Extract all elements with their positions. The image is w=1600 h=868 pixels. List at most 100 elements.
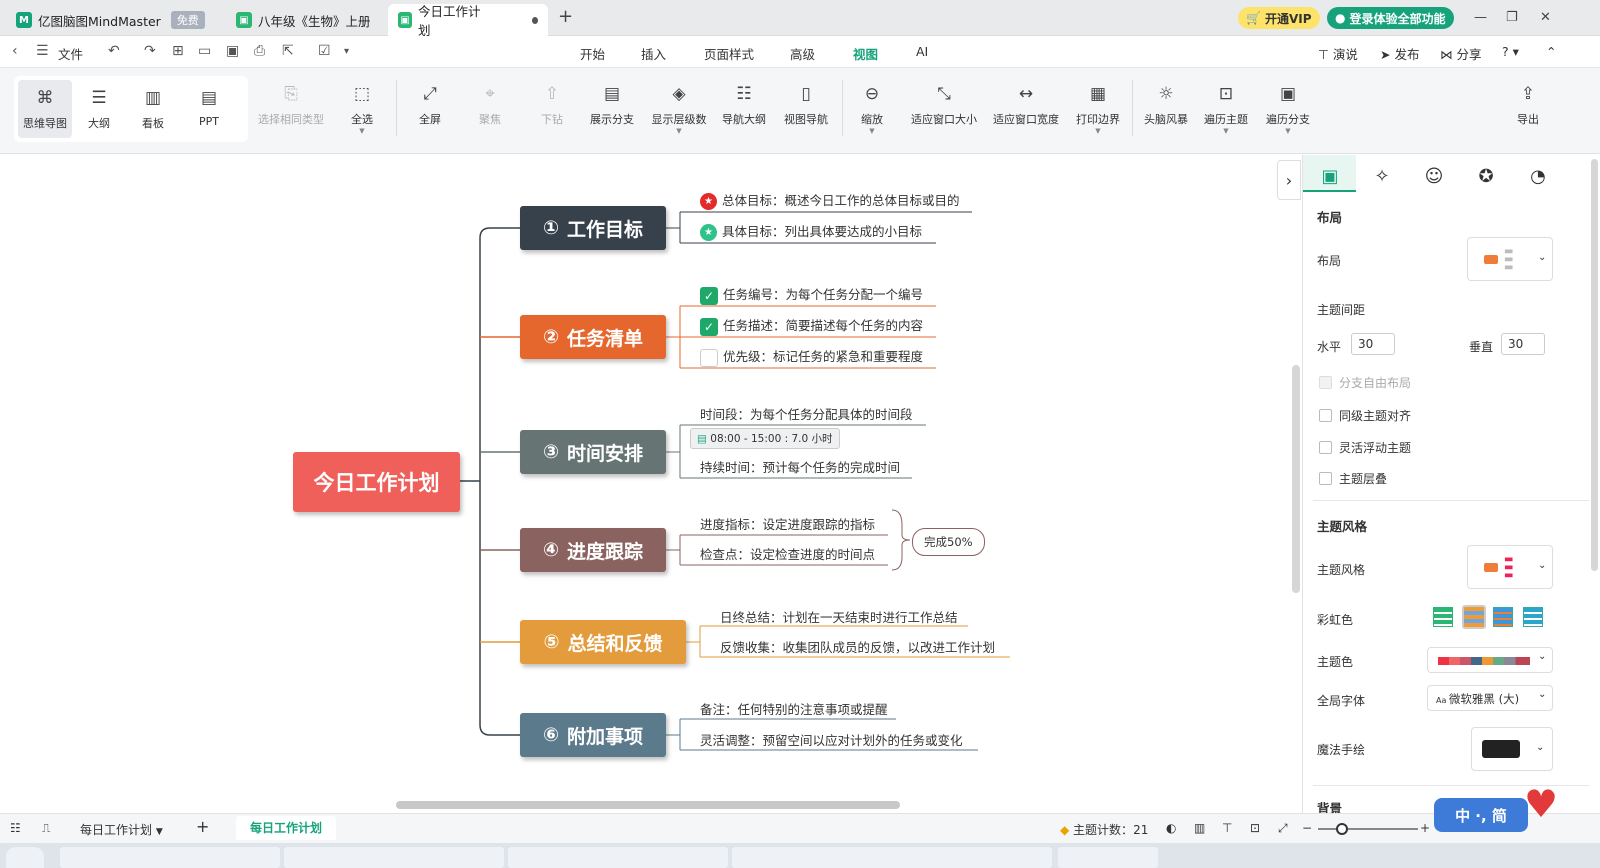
fit-window-button[interactable]: ⤡ 适应窗口大小 — [908, 82, 980, 127]
ai-sparkle-tab-icon[interactable]: ✧ — [1369, 163, 1395, 189]
subtopic[interactable]: 日终总结：计划在一天结束时进行工作总结 — [720, 607, 958, 626]
pages-icon[interactable]: ⎍ — [42, 821, 50, 836]
new-file-icon[interactable]: ⊞ — [172, 43, 184, 59]
taskbar-app[interactable] — [284, 847, 504, 868]
nav-outline-button[interactable]: ☷ 导航大纲 — [718, 82, 770, 127]
tab-app-home[interactable]: M 亿图脑图MindMaster 免费 — [6, 4, 215, 36]
mindmap-view-button[interactable]: ⌘ 思维导图 — [18, 80, 72, 138]
branch-topic-schedule[interactable]: ③ 时间安排 — [520, 430, 666, 474]
mindmap-canvas[interactable]: 今日工作计划 ① 工作目标 ② 任务清单 ③ 时间安排 ④ 进度跟踪 ⑤ 总结和反馈 ⑥附… — [0, 155, 1302, 823]
rainbow-option-2[interactable] — [1462, 605, 1486, 629]
traverse-branch-button[interactable]: ▣ 遍历分支 ▼ — [1262, 82, 1314, 135]
subtopic[interactable]: 灵活调整：预留空间以应对计划外的任务或变化 — [700, 730, 963, 749]
menu-view[interactable]: 视图 — [850, 44, 881, 70]
root-topic[interactable]: 今日工作计划 — [293, 452, 460, 512]
subtopic[interactable]: 进度指标：设定进度跟踪的指标 — [700, 514, 875, 533]
present-button[interactable]: ⊤ 演说 — [1318, 44, 1358, 63]
subtopic[interactable]: 反馈收集：收集团队成员的反馈，以改进工作计划 — [720, 637, 995, 656]
branch-topic-progress[interactable]: ④ 进度跟踪 — [520, 528, 666, 572]
topic-overlap-checkbox[interactable] — [1319, 472, 1332, 485]
select-same-type-button[interactable]: ⎘ 选择相同类型 — [256, 82, 326, 127]
theme-color-selector[interactable]: ⌄ — [1427, 647, 1553, 673]
summary-tag[interactable]: 完成50% — [912, 528, 985, 556]
unsaved-dot-icon[interactable] — [531, 16, 538, 24]
subtopic[interactable]: ✓ 任务描述：简要描述每个任务的内容 — [700, 315, 923, 336]
rainbow-option-4[interactable] — [1523, 607, 1543, 627]
theme-icon[interactable]: ◐ — [1166, 821, 1176, 835]
sheet-tab-active[interactable]: 每日工作计划 — [236, 816, 337, 840]
subtopic[interactable]: 优先级：标记任务的紧急和重要程度 — [700, 346, 923, 367]
new-tab-plus-icon[interactable]: + — [558, 6, 573, 27]
zoom-button[interactable]: ⊖ 缩放 ▼ — [852, 82, 892, 135]
time-range-tag[interactable]: ▤ 08:00 - 15:00 : 7.0 小时 — [690, 428, 840, 449]
restore-icon[interactable]: ❐ — [1506, 10, 1518, 25]
add-sheet-plus-icon[interactable]: + — [196, 817, 209, 836]
layout-tab-icon[interactable]: ▣ — [1317, 163, 1343, 189]
zoom-out-icon[interactable]: − — [1302, 821, 1312, 835]
subtopic[interactable]: 备注：任何特别的注意事项或提醒 — [700, 699, 888, 718]
menu-page-style[interactable]: 页面样式 — [704, 44, 754, 63]
start-button[interactable] — [6, 847, 44, 868]
print-icon[interactable]: ⎙ — [254, 43, 265, 59]
taskbar-app[interactable] — [508, 847, 728, 868]
sheet-selector[interactable]: 每日工作计划 ▼ — [80, 821, 163, 838]
menu-ai[interactable]: AI — [916, 44, 928, 59]
magic-sketch-selector[interactable]: ⌄ — [1471, 727, 1553, 771]
sticker-tab-icon[interactable]: ☺ — [1421, 163, 1447, 189]
zoom-in-icon[interactable]: + — [1420, 821, 1430, 835]
show-branch-button[interactable]: ▤ 展示分支 — [586, 82, 638, 127]
checkbox-checked-icon[interactable]: ✓ — [700, 317, 718, 336]
more-dropdown-icon[interactable]: ▾ — [344, 46, 349, 57]
theme-style-selector[interactable]: ▬ ▬ ▬ ⌄ — [1467, 545, 1553, 589]
file-menu[interactable]: 文件 — [58, 44, 83, 63]
show-levels-button[interactable]: ◈ 显示层级数 ▼ — [648, 82, 710, 135]
taskbar-app[interactable] — [1058, 847, 1158, 868]
outline-toggle-icon[interactable]: ☷ — [10, 821, 21, 835]
zoom-slider-track[interactable] — [1318, 828, 1418, 830]
vip-button[interactable]: 🛒 开通VIP — [1238, 7, 1320, 29]
panel-scrollbar[interactable] — [1591, 159, 1598, 571]
fullscreen-button[interactable]: ⤢ 全屏 — [410, 82, 450, 127]
tab-biology[interactable]: ▣ 八年级《生物》上册 — [226, 4, 412, 36]
subtopic[interactable]: 时间段：为每个任务分配具体的时间段 — [700, 404, 913, 423]
horizontal-scrollbar[interactable] — [396, 801, 900, 809]
subtopic[interactable]: ★ 总体目标：概述今日工作的总体目标或目的 — [700, 190, 960, 210]
branch-topic-tasks[interactable]: ② 任务清单 — [520, 315, 666, 359]
layout-selector[interactable]: ▬ ▬ ▬ ⌄ — [1467, 237, 1553, 281]
vertical-scrollbar[interactable] — [1292, 365, 1300, 593]
open-folder-icon[interactable]: ▭ — [198, 43, 211, 59]
panel-toggle-chevron-icon[interactable]: › — [1277, 160, 1301, 200]
focus-button[interactable]: ⌖ 聚焦 — [470, 82, 510, 127]
menu-start[interactable]: 开始 — [580, 44, 605, 63]
floating-topic-checkbox[interactable] — [1319, 441, 1332, 454]
subtopic[interactable]: 检查点：设定检查进度的时间点 — [700, 544, 875, 563]
export-icon[interactable]: ⇱ — [282, 43, 294, 59]
badge-tab-icon[interactable]: ✪ — [1473, 163, 1499, 189]
drill-down-button[interactable]: ⇧ 下钻 — [532, 82, 572, 127]
print-bounds-button[interactable]: ▦ 打印边界 ▼ — [1072, 82, 1124, 135]
ppt-view-button[interactable]: ▤ PPT — [186, 86, 232, 128]
taskbar-app[interactable] — [60, 847, 280, 868]
traverse-topic-button[interactable]: ⊡ 遍历主题 ▼ — [1200, 82, 1252, 135]
history-tab-icon[interactable]: ◔ — [1525, 163, 1551, 189]
taskbar-app[interactable] — [732, 847, 1052, 868]
redo-icon[interactable]: ↷ — [144, 43, 156, 59]
checklist-icon[interactable]: ☑ — [318, 43, 331, 59]
vertical-spacing-input[interactable]: 30 — [1501, 333, 1545, 355]
select-all-button[interactable]: ⬚ 全选 ▼ — [342, 82, 382, 135]
collapse-ribbon-icon[interactable]: ⌃ — [1546, 44, 1556, 59]
branch-topic-goals[interactable]: ① 工作目标 — [520, 206, 666, 250]
align-siblings-checkbox[interactable] — [1319, 409, 1332, 422]
global-font-selector[interactable]: Aa 微软雅黑 (大) ⌄ — [1427, 685, 1553, 711]
publish-button[interactable]: ➤ 发布 — [1380, 44, 1419, 63]
brainstorm-button[interactable]: ☼ 头脑风暴 — [1140, 82, 1192, 127]
branch-topic-summary[interactable]: ⑤ 总结和反馈 — [520, 620, 686, 664]
book-icon[interactable]: ▥ — [1194, 821, 1205, 835]
fit-width-button[interactable]: ↔ 适应窗口宽度 — [990, 82, 1062, 127]
menu-advanced[interactable]: 高级 — [790, 44, 815, 63]
undo-icon[interactable]: ↶ — [108, 43, 120, 59]
rainbow-option-3[interactable] — [1493, 607, 1513, 627]
presenter-icon[interactable]: ⊤ — [1222, 821, 1232, 835]
fit-page-icon[interactable]: ⊡ — [1250, 821, 1260, 835]
share-button[interactable]: ⋈ 分享 — [1440, 44, 1482, 63]
